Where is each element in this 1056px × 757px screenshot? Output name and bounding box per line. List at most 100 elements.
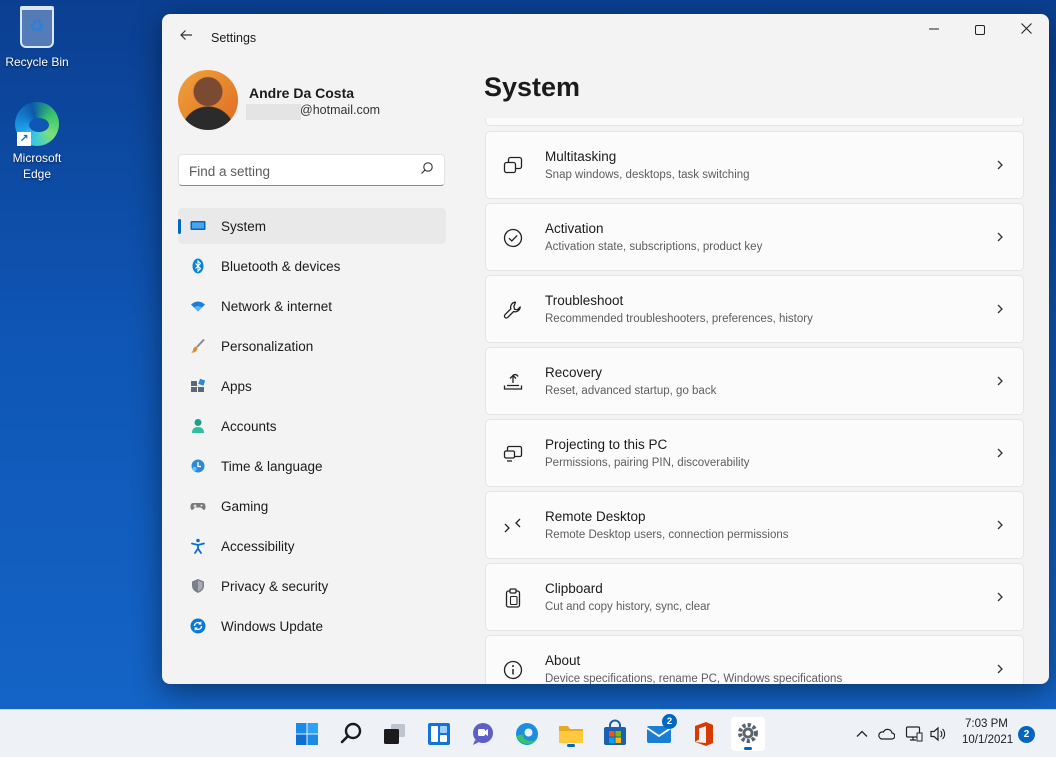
store-icon[interactable]: [599, 718, 631, 750]
mail-button[interactable]: 2: [643, 714, 677, 750]
sidebar-item-windows-update[interactable]: Windows Update: [178, 608, 446, 644]
task-view-icon[interactable]: [379, 718, 411, 750]
chevron-right-icon: [997, 664, 1003, 674]
search-input[interactable]: [189, 161, 409, 181]
settings-taskbar-button[interactable]: [731, 717, 765, 751]
edge-icon: ↗: [15, 102, 59, 146]
card-subtitle: Permissions, pairing PIN, discoverabilit…: [545, 457, 750, 469]
card-clipboard[interactable]: Clipboard Cut and copy history, sync, cl…: [485, 563, 1024, 631]
notification-badge[interactable]: 2: [1018, 726, 1035, 743]
close-icon: [1020, 23, 1032, 34]
title-bar[interactable]: Settings: [162, 14, 1049, 62]
chevron-right-icon: [997, 304, 1003, 314]
card-subtitle: Recommended troubleshooters, preferences…: [545, 313, 813, 325]
search-icon[interactable]: [420, 161, 434, 175]
sidebar-item-label: Network & internet: [221, 299, 333, 314]
minimize-icon: [929, 28, 939, 30]
chevron-right-icon: [997, 376, 1003, 386]
card-title: Activation: [545, 221, 604, 236]
globe-clock-icon: [191, 459, 205, 473]
edge-desktop-icon[interactable]: ↗ Microsoft Edge: [2, 102, 72, 182]
card-about[interactable]: About Device specifications, rename PC, …: [485, 635, 1024, 684]
edge-icon[interactable]: [511, 718, 543, 750]
card-subtitle: Snap windows, desktops, task switching: [545, 169, 750, 181]
card-recovery[interactable]: Recovery Reset, advanced startup, go bac…: [485, 347, 1024, 415]
previous-card-edge: [485, 118, 1024, 126]
network-icon[interactable]: [905, 725, 923, 743]
chevron-right-icon: [997, 592, 1003, 602]
sidebar-nav: System Bluetooth & devices Network & int…: [178, 208, 446, 648]
card-title: Troubleshoot: [545, 293, 624, 308]
user-email: @hotmail.com: [300, 103, 381, 117]
sidebar-item-label: Time & language: [221, 459, 323, 474]
sidebar-item-label: Bluetooth & devices: [221, 259, 341, 274]
sidebar-item-label: Personalization: [221, 339, 314, 354]
user-name: Andre Da Costa: [249, 85, 355, 101]
sidebar-item-accessibility[interactable]: Accessibility: [178, 528, 446, 564]
chevron-up-icon[interactable]: [855, 727, 869, 741]
page-title: System: [484, 72, 581, 102]
desktop-icon-label: Recycle Bin: [5, 55, 69, 69]
sidebar-item-bluetooth[interactable]: Bluetooth & devices: [178, 248, 446, 284]
card-subtitle: Remote Desktop users, connection permiss…: [545, 529, 789, 541]
clock-date[interactable]: 10/1/2021: [962, 734, 1013, 746]
settings-list: Multitasking Snap windows, desktops, tas…: [485, 118, 1025, 684]
back-button[interactable]: [174, 26, 198, 50]
avatar[interactable]: [178, 70, 238, 130]
settings-window: Settings Andre Da Costa @hotmail.com Sys…: [162, 14, 1049, 684]
wrench-icon: [503, 301, 521, 319]
clock-time[interactable]: 7:03 PM: [965, 718, 1008, 730]
card-title: Projecting to this PC: [545, 437, 668, 452]
card-troubleshoot[interactable]: Troubleshoot Recommended troubleshooters…: [485, 275, 1024, 343]
sidebar-item-label: Accounts: [221, 419, 277, 434]
maximize-icon: [975, 25, 985, 36]
chevron-right-icon: [997, 520, 1003, 530]
chevron-right-icon: [997, 160, 1003, 170]
card-subtitle: Device specifications, rename PC, Window…: [545, 673, 843, 684]
card-title: About: [545, 653, 581, 668]
controller-icon: [190, 503, 206, 510]
multitasking-icon: [503, 156, 523, 174]
card-title: Clipboard: [545, 581, 603, 596]
sidebar-item-label: Gaming: [221, 499, 269, 514]
search-box[interactable]: [178, 154, 445, 186]
card-activation[interactable]: Activation Activation state, subscriptio…: [485, 203, 1024, 271]
minimize-button[interactable]: [911, 14, 957, 46]
sidebar-item-label: Apps: [221, 379, 252, 394]
card-remote-desktop[interactable]: Remote Desktop Remote Desktop users, con…: [485, 491, 1024, 559]
recovery-icon: [503, 373, 523, 390]
file-explorer-icon[interactable]: [555, 718, 587, 750]
info-icon: [503, 660, 523, 680]
email-redaction: [246, 104, 301, 120]
sidebar-item-label: System: [221, 219, 267, 234]
sidebar-item-network[interactable]: Network & internet: [178, 288, 446, 324]
search-icon[interactable]: [335, 718, 367, 750]
card-projecting[interactable]: Projecting to this PC Permissions, pairi…: [485, 419, 1024, 487]
maximize-button[interactable]: [957, 14, 1003, 46]
sidebar-item-label: Accessibility: [221, 539, 295, 554]
card-multitasking[interactable]: Multitasking Snap windows, desktops, tas…: [485, 131, 1024, 199]
sidebar-item-gaming[interactable]: Gaming: [178, 488, 446, 524]
chat-icon[interactable]: [467, 718, 499, 750]
bluetooth-icon: [192, 258, 204, 274]
person-icon: [192, 419, 204, 433]
volume-icon[interactable]: [929, 726, 947, 742]
close-button[interactable]: [1003, 14, 1049, 46]
card-title: Multitasking: [545, 149, 617, 164]
sidebar-item-time-language[interactable]: Time & language: [178, 448, 446, 484]
sidebar-item-personalization[interactable]: Personalization: [178, 328, 446, 364]
settings-gear-icon: [738, 723, 758, 750]
sidebar-item-apps[interactable]: Apps: [178, 368, 446, 404]
recycle-bin-desktop-icon[interactable]: Recycle Bin: [2, 6, 72, 70]
onedrive-icon[interactable]: [877, 726, 895, 742]
taskbar: 2 7:03 PM 10/1/2021 2: [0, 709, 1056, 757]
recycle-bin-icon: [15, 6, 59, 50]
sidebar-item-label: Privacy & security: [221, 579, 329, 594]
sidebar-item-privacy-security[interactable]: Privacy & security: [178, 568, 446, 604]
sidebar-item-accounts[interactable]: Accounts: [178, 408, 446, 444]
sidebar-item-system[interactable]: System: [178, 208, 446, 244]
start-icon[interactable]: [291, 718, 323, 750]
wifi-icon: [191, 301, 205, 312]
widgets-icon[interactable]: [423, 718, 455, 750]
office-icon[interactable]: [687, 718, 719, 750]
